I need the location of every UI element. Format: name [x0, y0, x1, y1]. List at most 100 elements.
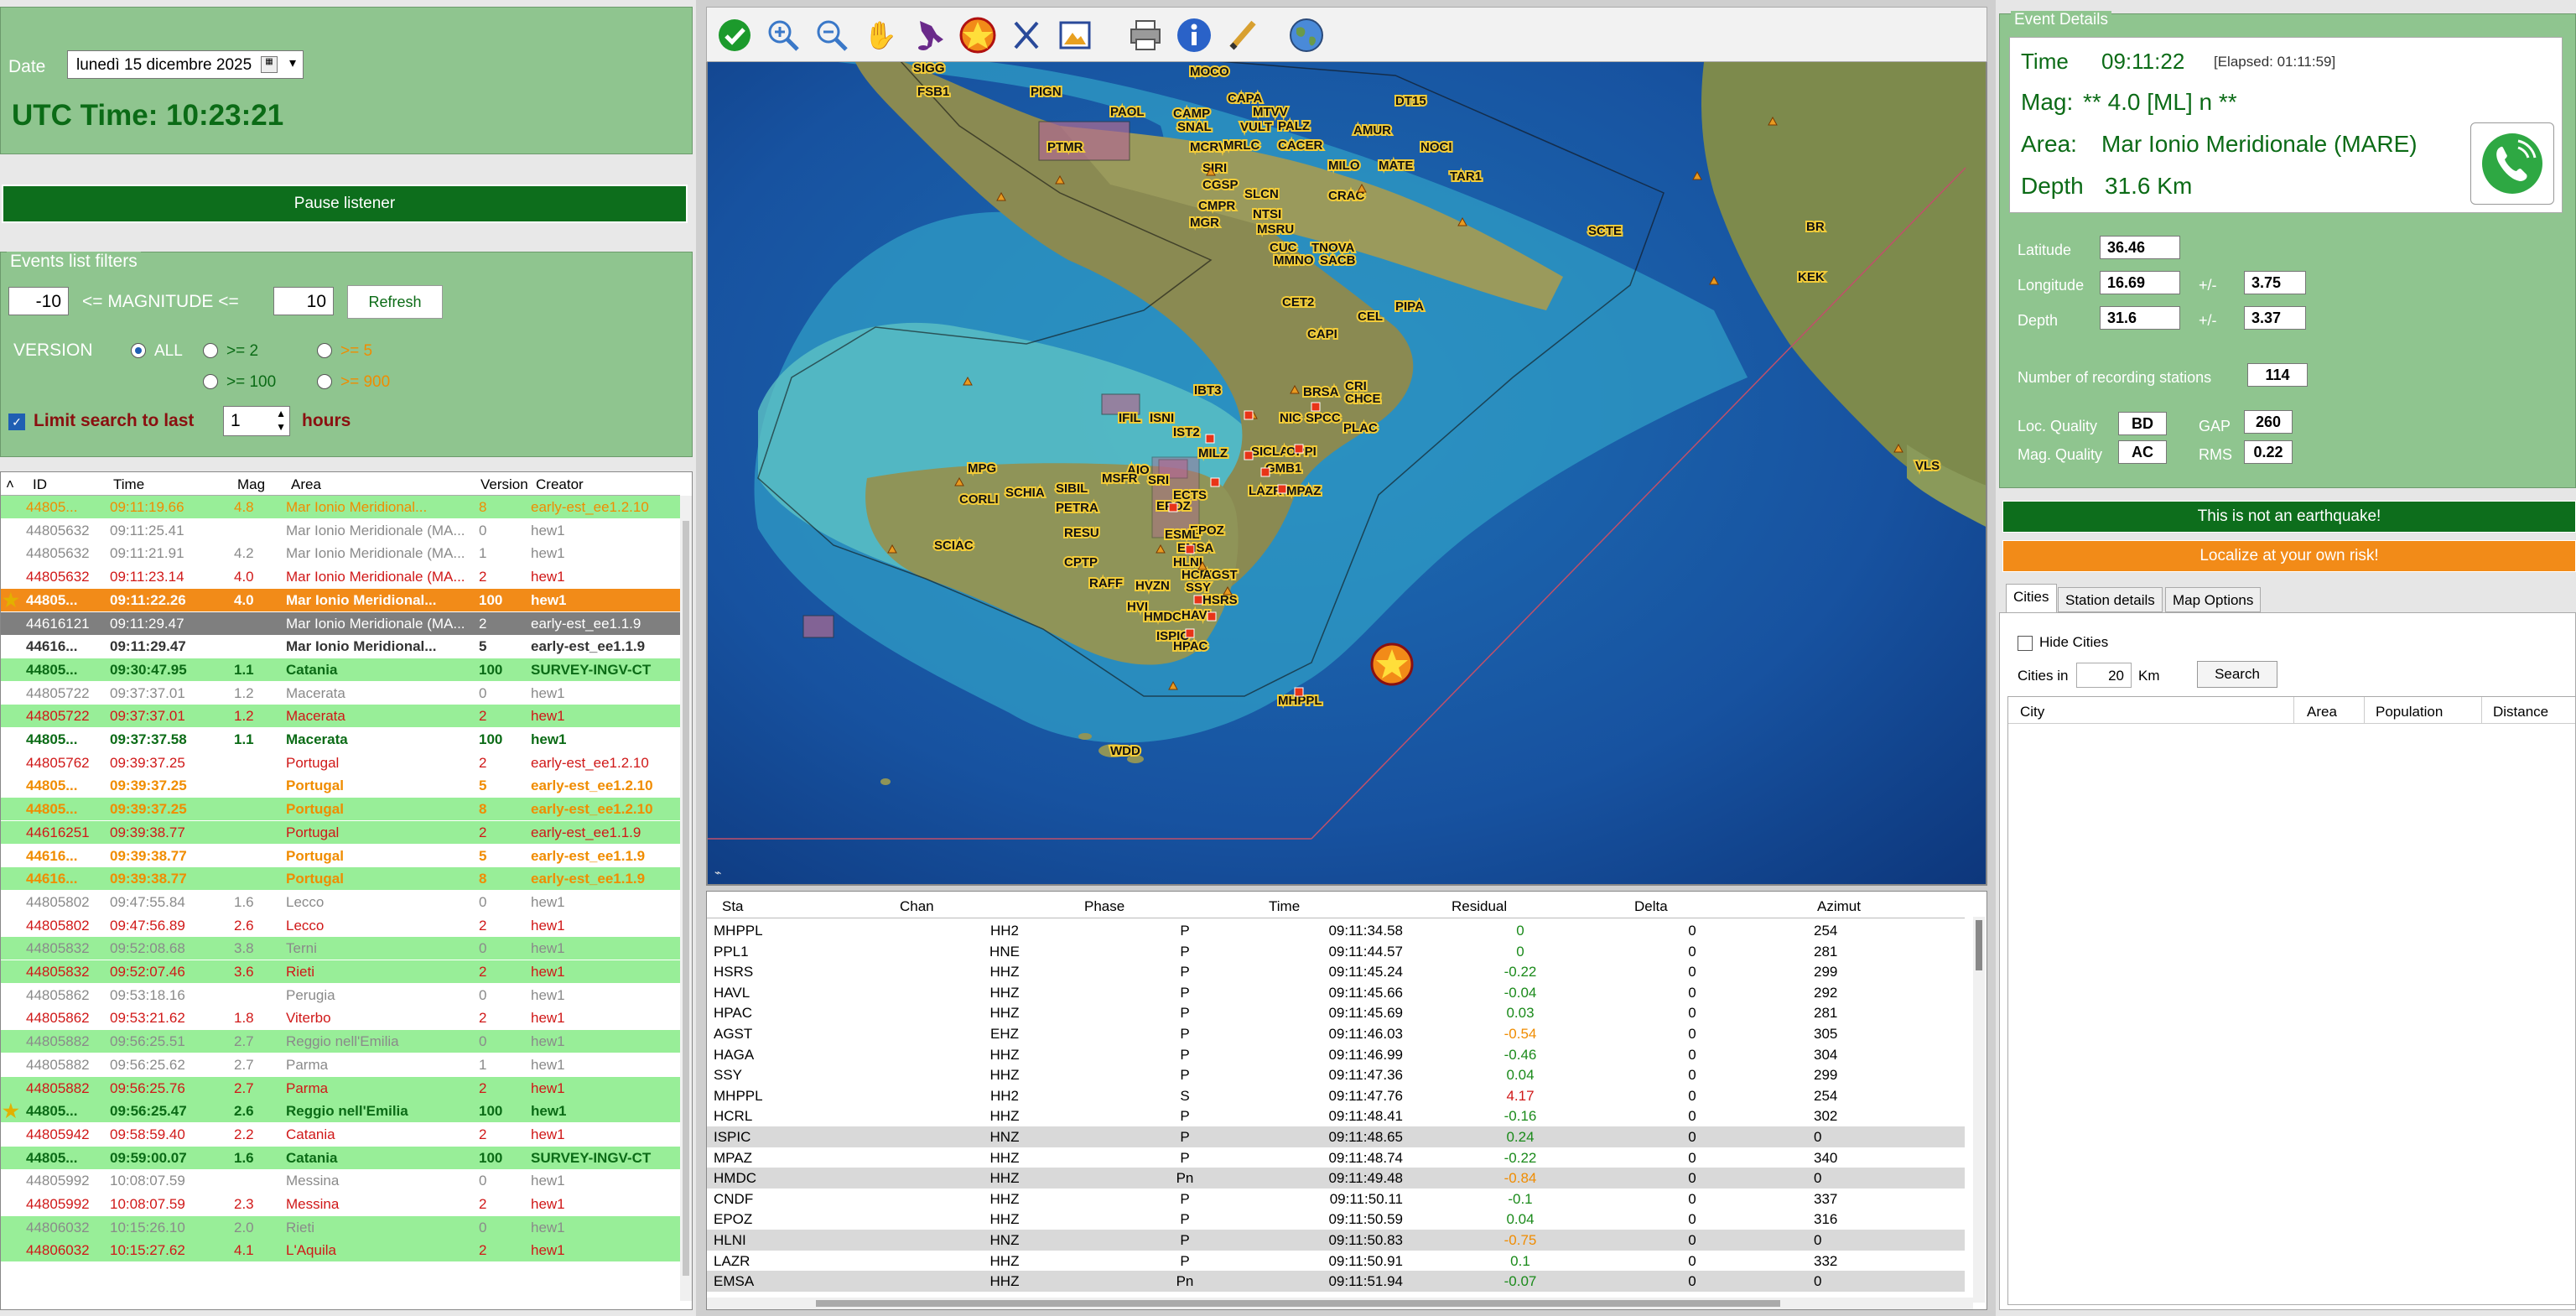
- clear-x-icon[interactable]: [1005, 14, 1047, 56]
- event-row[interactable]: 44806032 10:15:26.10 2.0 Rieti 0 hew1: [1, 1215, 680, 1239]
- event-row[interactable]: 44806032 10:15:27.62 4.1 L'Aquila 2 hew1: [1, 1239, 680, 1262]
- event-row[interactable]: 44805632 09:11:21.91 4.2 Mar Ionio Meridion…: [1, 542, 680, 565]
- event-row[interactable]: 44805882 09:56:25.62 2.7 Parma 1 hew1: [1, 1053, 680, 1076]
- event-row[interactable]: 44805832 09:52:08.68 3.8 Terni 0 hew1: [1, 937, 680, 960]
- map-view[interactable]: SIGG MOCO FSB1 PIGN PAOL CAPA CAMP MTVV …: [706, 7, 1987, 886]
- ruler-pencil-icon[interactable]: [1222, 14, 1264, 56]
- print-icon[interactable]: [1124, 14, 1166, 56]
- picks-horizontal-scrollbar[interactable]: [707, 1298, 1973, 1309]
- col-sta[interactable]: Sta: [722, 898, 744, 915]
- phone-call-button[interactable]: [2470, 122, 2554, 205]
- pick-row[interactable]: CNDF HHZ P 09:11:50.11 -0.1 0 337: [707, 1189, 1965, 1209]
- event-row[interactable]: 44805992 10:08:07.59 2.3 Messina 2 hew1: [1, 1193, 680, 1215]
- event-row[interactable]: 44805762 09:39:37.25 Portugal 2 early-est_ee…: [1, 751, 680, 774]
- not-earthquake-button[interactable]: This is not an earthquake!: [2002, 501, 2576, 533]
- event-row[interactable]: 44616... 09:39:38.77 Portugal 8 early-est_ee…: [1, 867, 680, 891]
- confirm-icon[interactable]: [714, 14, 756, 56]
- calendar-icon[interactable]: ▦: [261, 56, 278, 73]
- event-row[interactable]: 44805722 09:37:37.01 1.2 Macerata 0 hew1: [1, 681, 680, 705]
- event-row[interactable]: 44805... 09:30:47.95 1.1 Catania 100 SURVEY-I…: [1, 658, 680, 681]
- tab-cities[interactable]: Cities: [2006, 584, 2057, 612]
- chevron-down-icon[interactable]: ▾: [289, 55, 296, 71]
- pick-row[interactable]: HAGA HHZ P 09:11:46.99 -0.46 0 304: [707, 1044, 1965, 1065]
- pick-row[interactable]: EMSA HHZ Pn 09:11:51.94 -0.07 0 0: [707, 1271, 1965, 1292]
- pick-row[interactable]: HCRL HHZ P 09:11:48.41 -0.16 0 302: [707, 1105, 1965, 1126]
- italy-map-icon[interactable]: [908, 14, 950, 56]
- col-chan[interactable]: Chan: [900, 898, 934, 915]
- hide-cities-checkbox[interactable]: Hide Cities: [2018, 634, 2108, 651]
- date-picker[interactable]: lunedì 15 dicembre 2025 ▦ ▾: [67, 50, 304, 79]
- version-900-radio[interactable]: [317, 374, 332, 389]
- event-row[interactable]: 44805882 09:56:25.51 2.7 Reggio nell'Emilia…: [1, 1030, 680, 1053]
- event-row[interactable]: 44805... 09:37:37.58 1.1 Macerata 100 hew1: [1, 728, 680, 751]
- col-creator[interactable]: Creator: [536, 476, 584, 493]
- event-row[interactable]: 44805942 09:58:59.40 2.2 Catania 2 hew1: [1, 1122, 680, 1146]
- refresh-button[interactable]: Refresh: [347, 285, 443, 319]
- pick-row[interactable]: PPL1 HNE P 09:11:44.57 0 0 281: [707, 941, 1965, 962]
- events-scrollbar[interactable]: [680, 496, 692, 1301]
- event-row[interactable]: 44805... 09:11:19.66 4.8 Mar Ionio Meridion…: [1, 496, 680, 518]
- pick-row[interactable]: ISPIC HNZ P 09:11:48.65 0.24 0 0: [707, 1126, 1965, 1147]
- event-row[interactable]: 44805802 09:47:56.89 2.6 Lecco 2 hew1: [1, 913, 680, 937]
- event-row[interactable]: 44616... 09:11:29.47 Mar Ionio Meridional.…: [1, 635, 680, 658]
- pick-row[interactable]: EPOZ HHZ P 09:11:50.59 0.04 0 316: [707, 1209, 1965, 1230]
- pick-row[interactable]: HLNI HNZ P 09:11:50.83 -0.75 0 0: [707, 1230, 1965, 1251]
- col-time[interactable]: Time: [1269, 898, 1300, 915]
- pick-row[interactable]: LAZR HHZ P 09:11:50.91 0.1 0 332: [707, 1251, 1965, 1272]
- version-100-radio[interactable]: [203, 374, 218, 389]
- event-row[interactable]: 44805... 09:39:37.25 Portugal 5 early-est_ee…: [1, 774, 680, 798]
- event-row[interactable]: 44805... 09:56:25.47 2.6 Reggio nell'Emilia…: [1, 1100, 680, 1123]
- event-row[interactable]: 44805632 09:11:25.41 Mar Ionio Meridionale…: [1, 518, 680, 542]
- col-population[interactable]: Population: [2376, 704, 2443, 720]
- col-phase[interactable]: Phase: [1084, 898, 1124, 915]
- pick-row[interactable]: HMDC HHZ Pn 09:11:49.48 -0.84 0 0: [707, 1168, 1965, 1189]
- event-row[interactable]: 44805862 09:53:21.62 1.8 Viterbo 2 hew1: [1, 1007, 680, 1030]
- limit-hours-stepper[interactable]: 1 ▲ ▼: [223, 406, 290, 436]
- col-city[interactable]: City: [2020, 704, 2044, 720]
- image-icon[interactable]: [1054, 14, 1096, 56]
- col-delta[interactable]: Delta: [1634, 898, 1668, 915]
- pick-row[interactable]: MHPPL HH2 S 09:11:47.76 4.17 0 254: [707, 1085, 1965, 1106]
- col-residual[interactable]: Residual: [1452, 898, 1507, 915]
- pick-row[interactable]: HAVL HHZ P 09:11:45.66 -0.04 0 292: [707, 982, 1965, 1003]
- event-row[interactable]: 44805... 09:11:22.26 4.0 Mar Ionio Meridion…: [1, 588, 680, 611]
- star-event-icon[interactable]: [957, 14, 999, 56]
- version-5-radio[interactable]: [317, 343, 332, 358]
- picks-scrollbar[interactable]: [1973, 917, 1985, 1303]
- event-row[interactable]: 44805882 09:56:25.76 2.7 Parma 2 hew1: [1, 1076, 680, 1100]
- tab-map-options[interactable]: Map Options: [2165, 587, 2262, 612]
- pick-row[interactable]: HPAC HHZ P 09:11:45.69 0.03 0 281: [707, 1002, 1965, 1023]
- event-row[interactable]: 44805992 10:08:07.59 Messina 0 hew1: [1, 1169, 680, 1193]
- info-icon[interactable]: [1173, 14, 1215, 56]
- pick-row[interactable]: SSY HHZ P 09:11:47.36 0.04 0 299: [707, 1064, 1965, 1085]
- event-row[interactable]: 44616... 09:39:38.77 Portugal 5 early-est_ee…: [1, 844, 680, 867]
- hide-cities-box[interactable]: [2018, 635, 2033, 651]
- mag-max-input[interactable]: 10: [273, 287, 334, 315]
- col-version[interactable]: Version: [480, 476, 528, 493]
- cities-radius-input[interactable]: 20: [2076, 663, 2132, 688]
- event-row[interactable]: 44805... 09:59:00.07 1.6 Catania 100 SURVEY-I…: [1, 1146, 680, 1169]
- pick-row[interactable]: AGST EHZ P 09:11:46.03 -0.54 0 305: [707, 1023, 1965, 1044]
- event-row[interactable]: 44805862 09:53:18.16 Perugia 0 hew1: [1, 983, 680, 1007]
- globe-icon[interactable]: [1285, 14, 1327, 56]
- tab-station-details[interactable]: Station details: [2058, 587, 2163, 612]
- col-distance[interactable]: Distance: [2493, 704, 2548, 720]
- col-area[interactable]: Area: [291, 476, 321, 493]
- limit-search-checkbox[interactable]: ✓: [8, 414, 25, 430]
- pick-row[interactable]: HSRS HHZ P 09:11:45.24 -0.22 0 299: [707, 961, 1965, 982]
- event-row[interactable]: 44805722 09:37:37.01 1.2 Macerata 2 hew1: [1, 705, 680, 728]
- pause-listener-button[interactable]: Pause listener: [2, 185, 688, 223]
- version-2-radio[interactable]: [203, 343, 218, 358]
- zoom-in-icon[interactable]: [762, 14, 804, 56]
- col-azimut[interactable]: Azimut: [1817, 898, 1861, 915]
- event-row[interactable]: 44805632 09:11:23.14 4.0 Mar Ionio Meridion…: [1, 565, 680, 589]
- col-id[interactable]: ID: [33, 476, 47, 493]
- mag-min-input[interactable]: -10: [8, 287, 69, 315]
- epicenter-marker[interactable]: [1370, 642, 1414, 686]
- event-row[interactable]: 44616251 09:39:38.77 Portugal 2 early-est_ee…: [1, 820, 680, 844]
- zoom-out-icon[interactable]: [811, 14, 853, 56]
- spin-arrows-icon[interactable]: ▲ ▼: [276, 407, 286, 434]
- event-row[interactable]: 44805832 09:52:07.46 3.6 Rieti 2 hew1: [1, 960, 680, 983]
- search-button[interactable]: Search: [2197, 661, 2277, 688]
- localize-button[interactable]: Localize at your own risk!: [2002, 540, 2576, 572]
